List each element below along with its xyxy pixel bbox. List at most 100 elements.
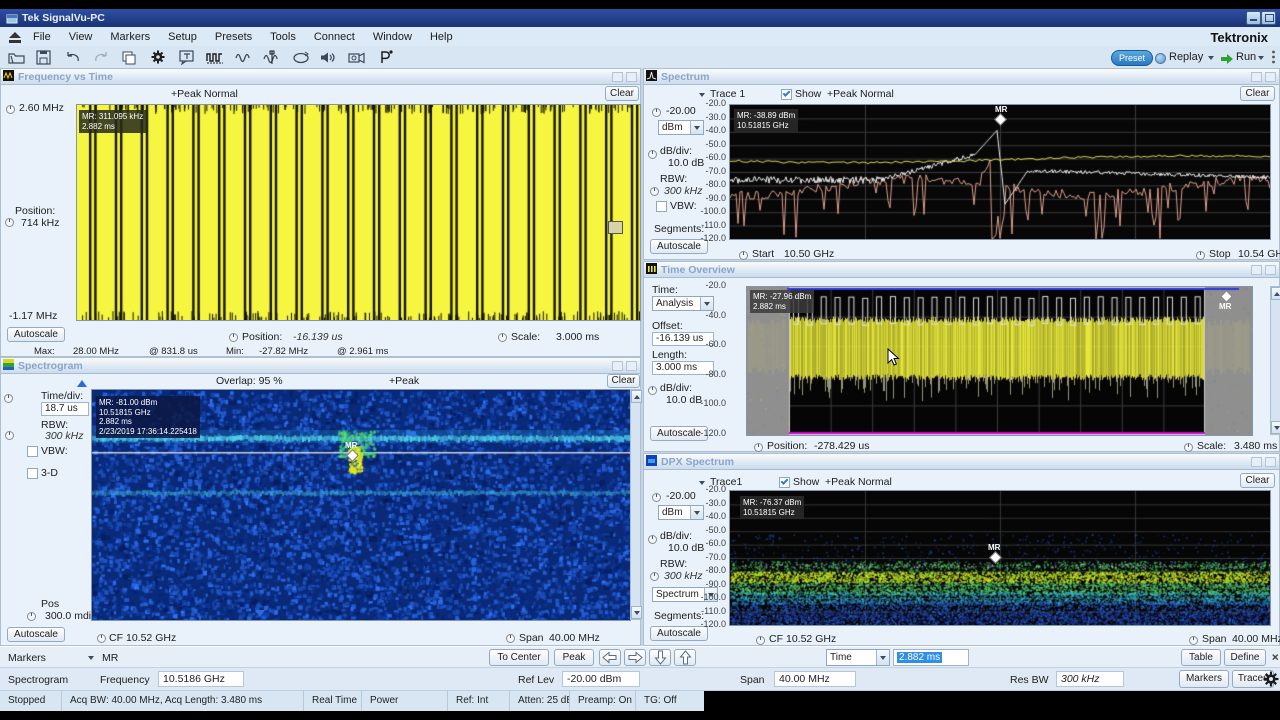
spectrum-start-knob-icon[interactable] <box>739 251 748 260</box>
spectrum-ref-knob-icon[interactable] <box>652 108 661 117</box>
spectrum-trace-dropdown-icon[interactable] <box>699 93 705 97</box>
peak-higher-button[interactable] <box>674 649 696 666</box>
fvt-xpos-knob-icon[interactable] <box>229 333 238 342</box>
preset-button[interactable]: Preset <box>1111 50 1153 66</box>
menu-view[interactable]: View <box>60 28 102 47</box>
fvt-position-knob-icon[interactable] <box>5 218 14 227</box>
spectrum-maximize-icon[interactable] <box>1265 72 1276 82</box>
res-bw-value[interactable]: 300 kHz <box>1056 671 1124 687</box>
peak-lower-button[interactable] <box>649 649 671 666</box>
replay-button[interactable]: Replay <box>1169 51 1203 63</box>
markers-close-icon[interactable] <box>1268 649 1279 666</box>
frequency-value[interactable]: 10.5186 GHz <box>158 671 244 687</box>
peak-right-button[interactable] <box>624 649 646 666</box>
menu-presets[interactable]: Presets <box>206 28 261 47</box>
pulse-train-icon[interactable] <box>203 48 227 68</box>
dpx-maximize-icon[interactable] <box>1265 457 1276 467</box>
sgram-rbw-knob-icon[interactable] <box>5 431 14 440</box>
spectrum-title-bar[interactable]: Spectrum <box>644 69 1279 85</box>
sgram-scroll-down-icon[interactable] <box>631 606 642 619</box>
dpx-span-value[interactable]: 40.00 MHz <box>1232 633 1280 645</box>
ref-level-value[interactable]: -20.00 dBm <box>562 671 640 687</box>
camera-icon[interactable] <box>345 48 369 68</box>
waveform-cursor-icon[interactable] <box>260 48 284 68</box>
dpx-ref-knob-icon[interactable] <box>652 493 661 502</box>
fvt-scale-knob-icon[interactable] <box>498 333 507 342</box>
dpx-cf-knob-icon[interactable] <box>756 636 765 645</box>
menu-window[interactable]: Window <box>364 28 421 47</box>
capture-region-icon[interactable] <box>289 48 313 68</box>
fvt-plot[interactable] <box>76 104 641 321</box>
spectrum-stop-knob-icon[interactable] <box>1196 251 1205 260</box>
preset-p-icon[interactable] <box>374 47 398 67</box>
sgram-maximize-icon[interactable] <box>626 361 637 371</box>
sgram-cf-knob-icon[interactable] <box>97 634 106 643</box>
menu-help[interactable]: Help <box>421 28 462 47</box>
span-value[interactable]: 40.00 MHz <box>774 671 856 687</box>
markers-dropdown-icon[interactable] <box>84 651 98 665</box>
sgram-position-marker-icon[interactable] <box>255 610 265 617</box>
define-button[interactable]: Define <box>1224 649 1266 666</box>
dpx-rbw-knob-icon[interactable] <box>650 572 659 581</box>
tover-maximize-icon[interactable] <box>1265 265 1276 275</box>
tover-dbdiv-knob-icon[interactable] <box>648 386 657 395</box>
copy-icon[interactable] <box>118 48 142 68</box>
dpx-span-knob-icon[interactable] <box>1189 636 1198 645</box>
spectrum-stop-value[interactable]: 10.54 GHz <box>1238 248 1280 260</box>
selected-marker-label[interactable]: MR <box>102 652 118 664</box>
dpx-show-checkbox[interactable] <box>779 477 790 488</box>
save-icon[interactable] <box>32 48 56 68</box>
sgram-timediv-knob-icon[interactable] <box>4 394 13 403</box>
sgram-vbw-checkbox[interactable] <box>27 446 38 457</box>
markers-panel-button[interactable]: Markers <box>1179 670 1229 688</box>
table-button[interactable]: Table <box>1181 649 1221 666</box>
dpx-dbdiv-knob-icon[interactable] <box>648 535 657 544</box>
menu-file[interactable]: File <box>24 28 60 47</box>
run-button[interactable]: Run <box>1236 51 1256 63</box>
fvt-xpos-value[interactable]: -16.139 us <box>293 331 343 343</box>
redo-icon[interactable] <box>89 48 113 68</box>
audio-speaker-icon[interactable] <box>317 48 341 68</box>
peak-left-button[interactable] <box>599 649 621 666</box>
fvt-maximize-icon[interactable] <box>626 72 637 82</box>
tover-scroll-up-icon[interactable] <box>1271 287 1280 300</box>
waveform-icon[interactable] <box>232 48 256 68</box>
spectrum-vbw-checkbox[interactable] <box>656 201 667 212</box>
run-dropdown-icon[interactable] <box>1258 56 1264 60</box>
sgram-rbw-value[interactable]: 300 kHz <box>45 430 84 442</box>
settings-gear-icon[interactable] <box>146 47 170 67</box>
sgram-cf-value[interactable]: 10.52 GHz <box>126 632 176 644</box>
marker-position-input[interactable]: 2.882 ms <box>893 649 969 666</box>
sgram-span-value[interactable]: 40.00 MHz <box>549 632 600 644</box>
title-bar[interactable]: Tek SignalVu-PC <box>0 9 1280 27</box>
spectrum-dbdiv-knob-icon[interactable] <box>648 150 657 159</box>
tover-pos-value[interactable]: -278.429 us <box>814 440 869 452</box>
fvt-ytop-knob-icon[interactable] <box>6 105 15 114</box>
settings-gear-icon[interactable] <box>1262 670 1280 693</box>
menu-tools[interactable]: Tools <box>261 28 305 47</box>
spectrum-start-value[interactable]: 10.50 GHz <box>784 248 834 260</box>
sgram-pos-value[interactable]: 300.0 mdiv <box>45 610 96 622</box>
tover-pos-knob-icon[interactable] <box>754 443 763 452</box>
fvt-scale-value[interactable]: 3.000 ms <box>556 331 599 343</box>
sgram-scrollbar[interactable] <box>630 389 641 620</box>
sgram-analysis-marker-icon[interactable] <box>77 380 87 387</box>
replay-dropdown-icon[interactable] <box>1208 56 1214 60</box>
tover-scale-value[interactable]: 3.480 ms <box>1234 440 1277 452</box>
spectrum-clear-button[interactable]: Clear <box>1240 86 1275 101</box>
tover-scrollbar[interactable] <box>1270 286 1280 435</box>
menu-setup[interactable]: Setup <box>159 28 206 47</box>
sgram-title-bar[interactable]: Spectrogram <box>1 358 640 374</box>
dpx-restore-icon[interactable] <box>1251 457 1262 467</box>
to-center-button[interactable]: To Center <box>489 649 549 666</box>
spectrum-restore-icon[interactable] <box>1251 72 1262 82</box>
spectrum-rbw-knob-icon[interactable] <box>650 187 659 196</box>
sgram-3d-checkbox[interactable] <box>27 468 38 479</box>
maximize-button[interactable] <box>1261 11 1276 25</box>
sgram-timediv-input[interactable]: 18.7 us <box>41 402 89 416</box>
sgram-restore-icon[interactable] <box>612 361 623 371</box>
dpx-clear-button[interactable]: Clear <box>1240 473 1275 488</box>
text-marker-icon[interactable] <box>175 48 199 68</box>
fvt-position-value[interactable]: 714 kHz <box>21 217 60 229</box>
open-icon[interactable] <box>4 48 28 68</box>
